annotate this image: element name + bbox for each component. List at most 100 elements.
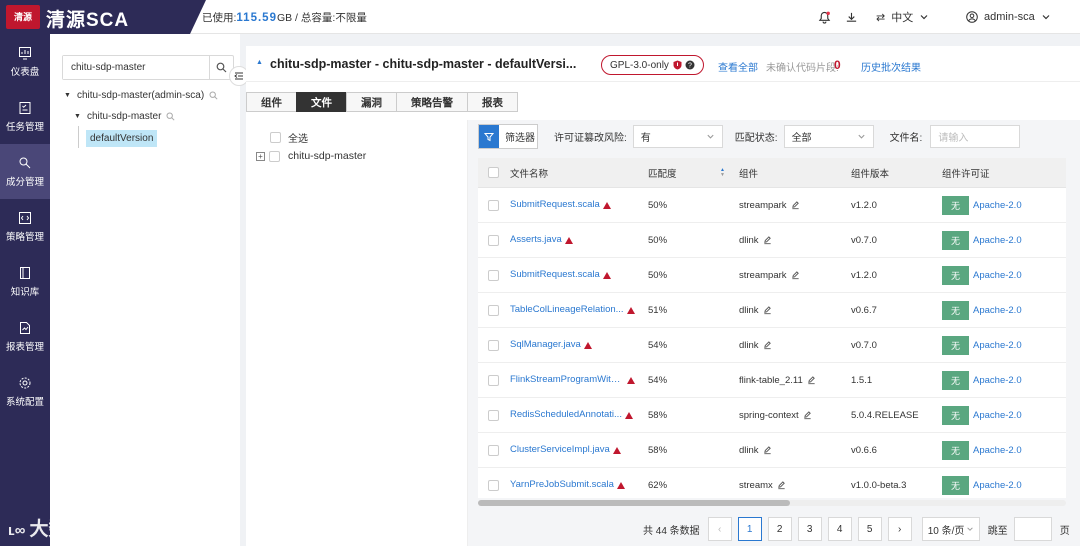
license-link[interactable]: Apache-2.0 — [973, 445, 1022, 456]
file-name-link[interactable]: YarnPreJobSubmit.scala — [510, 479, 614, 490]
file-name-link[interactable]: SubmitRequest.scala — [510, 199, 600, 210]
risk-value: 有 — [640, 133, 651, 144]
language-switcher[interactable]: ⇄ 中文 — [876, 0, 929, 34]
scrollbar-thumb[interactable] — [478, 500, 790, 506]
unconfirmed-count[interactable]: 0 — [834, 58, 841, 72]
nav-item-reports[interactable]: 报表管理 — [0, 309, 50, 364]
edit-icon[interactable] — [791, 270, 800, 280]
row-checkbox[interactable] — [487, 199, 499, 211]
caret-down-icon[interactable]: ▼ — [64, 92, 71, 99]
tab-reports[interactable]: 报表 — [467, 92, 518, 112]
nav-item-policy[interactable]: 策略管理 — [0, 199, 50, 254]
page-size-select[interactable]: 10 条/页 — [921, 517, 980, 541]
root-checkbox[interactable] — [269, 150, 280, 162]
license-link[interactable]: Apache-2.0 — [973, 480, 1022, 491]
row-checkbox[interactable] — [487, 234, 499, 246]
filter-button-label: 筛选器 — [505, 133, 535, 144]
row-checkbox[interactable] — [487, 304, 499, 316]
page-4[interactable]: 4 — [827, 517, 852, 541]
filter-bar: 筛选器 许可证篡改风险: 有 匹配状态: 全部 文件名: 请输入 — [478, 124, 1021, 149]
tab-files[interactable]: 文件 — [296, 92, 347, 112]
table-row[interactable]: SubmitRequest.scala 50% streampark v1.2.0 无 A… — [478, 258, 1066, 293]
tree-node-root[interactable]: ▼ chitu-sdp-master(admin-sca) — [64, 90, 218, 101]
tab-components[interactable]: 组件 — [246, 92, 297, 112]
table-row[interactable]: RedisScheduledAnnotati... 58% spring-conte… — [478, 398, 1066, 433]
warning-icon — [627, 376, 635, 384]
edit-icon[interactable] — [763, 340, 772, 350]
download-icon[interactable] — [845, 0, 858, 34]
file-name-link[interactable]: SqlManager.java — [510, 339, 581, 350]
license-link[interactable]: Apache-2.0 — [973, 270, 1022, 281]
license-link[interactable]: Apache-2.0 — [973, 200, 1022, 211]
file-name-link[interactable]: ClusterServiceImpl.java — [510, 444, 610, 455]
expand-plus-icon[interactable]: + — [256, 151, 265, 161]
top-bar: 清源 清源SCA 已使用:115.59GB / 总容量:不限量 ⇄ 中文 adm… — [0, 0, 1080, 34]
file-name-link[interactable]: RedisScheduledAnnotati... — [510, 409, 622, 420]
row-checkbox[interactable] — [487, 374, 499, 386]
edit-icon[interactable] — [791, 200, 800, 210]
page-3[interactable]: 3 — [797, 517, 822, 541]
table-row[interactable]: SqlManager.java 54% dlink v0.7.0 无 Apache-2.0 — [478, 328, 1066, 363]
filter-button[interactable]: 筛选器 — [478, 124, 538, 149]
table-row[interactable]: Asserts.java 50% dlink v0.7.0 无 Apache-2.0 — [478, 223, 1066, 258]
edit-icon[interactable] — [807, 375, 816, 385]
caret-down-icon[interactable]: ▼ — [74, 113, 81, 120]
filename-input[interactable]: 请输入 — [930, 125, 1021, 148]
goto-page-input[interactable] — [1013, 517, 1052, 541]
col-match[interactable]: 匹配度 ▲ ▼ — [642, 166, 733, 180]
license-link[interactable]: Apache-2.0 — [973, 375, 1022, 386]
table-row[interactable]: ClusterServiceImpl.java 58% dlink v0.6.6 无 Ap… — [478, 433, 1066, 468]
risk-select[interactable]: 有 — [632, 125, 723, 148]
row-checkbox[interactable] — [487, 269, 499, 281]
page-2[interactable]: 2 — [767, 517, 792, 541]
file-name-link[interactable]: SubmitRequest.scala — [510, 269, 600, 280]
nav-item-tasks[interactable]: 任务管理 — [0, 89, 50, 144]
match-select[interactable]: 全部 — [783, 125, 874, 148]
file-name-link[interactable]: Asserts.java — [510, 234, 562, 245]
caret-up-icon[interactable]: ▲ — [256, 59, 263, 66]
tree-node-version[interactable]: defaultVersion — [86, 130, 158, 147]
tab-policy-alerts[interactable]: 策略告警 — [396, 92, 468, 112]
page-5[interactable]: 5 — [857, 517, 882, 541]
file-name-link[interactable]: FlinkStreamProgramWith... — [510, 374, 624, 385]
license-badge[interactable]: GPL-3.0-only ? — [601, 55, 704, 75]
table-row[interactable]: FlinkStreamProgramWith... 54% flink-table_… — [478, 363, 1066, 398]
row-checkbox[interactable] — [487, 444, 499, 456]
license-link[interactable]: Apache-2.0 — [973, 235, 1022, 246]
table-row[interactable]: TableColLineageRelation... 51% dlink v0.6.7… — [478, 293, 1066, 328]
sort-icon[interactable]: ▲ ▼ — [720, 167, 725, 178]
tree-search-input[interactable] — [63, 56, 208, 79]
row-checkbox[interactable] — [487, 479, 499, 491]
row-checkbox[interactable] — [487, 339, 499, 351]
tree-node-project[interactable]: ▼ chitu-sdp-master — [74, 111, 175, 122]
select-all-checkbox[interactable] — [270, 132, 281, 143]
license-link[interactable]: Apache-2.0 — [973, 305, 1022, 316]
edit-icon[interactable] — [763, 445, 772, 455]
edit-icon[interactable] — [763, 305, 772, 315]
nav-item-dashboard[interactable]: 仪表盘 — [0, 34, 50, 89]
prev-page-button[interactable]: ‹ — [707, 517, 732, 541]
search-icon[interactable] — [166, 112, 175, 121]
row-checkbox[interactable] — [487, 409, 499, 421]
notification-bell-icon[interactable] — [818, 0, 831, 34]
history-batch-link[interactable]: 历史批次结果 — [861, 59, 921, 74]
page-1[interactable]: 1 — [737, 517, 762, 541]
edit-icon[interactable] — [803, 410, 812, 420]
table-row[interactable]: SubmitRequest.scala 50% streampark v1.2.0 无 A… — [478, 188, 1066, 223]
edit-icon[interactable] — [763, 235, 772, 245]
license-link[interactable]: Apache-2.0 — [973, 340, 1022, 351]
next-page-button[interactable]: › — [887, 517, 912, 541]
file-name-link[interactable]: TableColLineageRelation... — [510, 304, 624, 315]
nav-item-components[interactable]: 成分管理 — [0, 144, 50, 199]
edit-icon[interactable] — [777, 480, 786, 490]
license-link[interactable]: Apache-2.0 — [973, 410, 1022, 421]
table-row[interactable]: YarnPreJobSubmit.scala 62% streamx v1.0.0-b… — [478, 468, 1066, 498]
view-all-link[interactable]: 查看全部 — [718, 59, 758, 74]
horizontal-scrollbar[interactable] — [478, 500, 1066, 506]
header-checkbox[interactable] — [487, 167, 499, 178]
nav-item-knowledge[interactable]: 知识库 — [0, 254, 50, 309]
search-icon[interactable] — [209, 91, 218, 100]
nav-item-settings[interactable]: 系统配置 — [0, 364, 50, 419]
user-menu[interactable]: admin-sca — [966, 0, 1051, 34]
tab-vulnerabilities[interactable]: 漏洞 — [346, 92, 397, 112]
